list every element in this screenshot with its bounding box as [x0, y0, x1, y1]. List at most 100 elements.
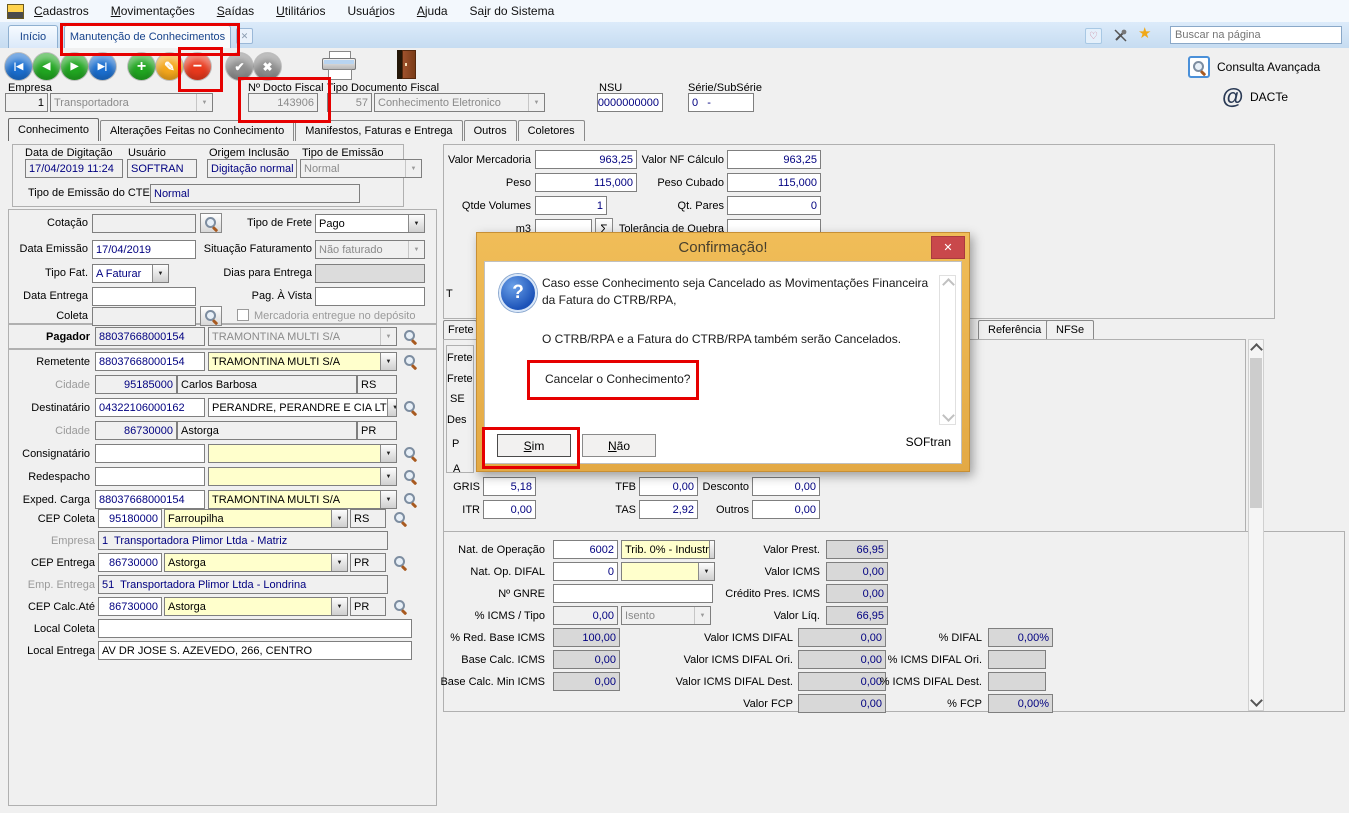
cep-entrega-city-dropdown[interactable]: Astorga▼ — [164, 553, 348, 572]
gris-field[interactable]: 5,18 — [483, 477, 536, 496]
tab-frete-fragment[interactable]: Frete — [443, 320, 477, 339]
dialog-yes-button[interactable]: Sim — [497, 434, 571, 457]
nav-last-button[interactable]: ▶| — [89, 53, 116, 80]
dropdown-arrow-icon[interactable]: ▼ — [331, 510, 347, 527]
cep-coleta-search-icon[interactable] — [393, 511, 408, 526]
star-icon[interactable]: ★ — [1138, 24, 1151, 42]
coleta-search-button[interactable] — [200, 306, 222, 326]
cep-calc-city-dropdown[interactable]: Astorga▼ — [164, 597, 348, 616]
search-input[interactable] — [1170, 26, 1342, 44]
exped-carga-search-icon[interactable] — [403, 492, 418, 507]
menu-item-utilitarios[interactable]: Utilitários — [276, 4, 325, 18]
consignatario-name-dropdown[interactable]: ▼ — [208, 444, 397, 463]
nav-previous-button[interactable]: ◀ — [33, 53, 60, 80]
menu-item-saidas[interactable]: Saídas — [217, 4, 254, 18]
dropdown-arrow-icon[interactable]: ▼ — [331, 598, 347, 615]
tab-conhecimento[interactable]: Conhecimento — [8, 118, 99, 141]
cep-calc-code[interactable]: 86730000 — [98, 597, 162, 616]
tab-close-icon[interactable]: ✕ — [236, 28, 253, 44]
local-entrega-field[interactable]: AV DR JOSE S. AZEVEDO, 266, CENTRO — [98, 641, 412, 660]
dialog-close-button[interactable]: ✕ — [931, 236, 965, 259]
dialog-no-button[interactable]: Não — [582, 434, 656, 457]
scroll-down-icon[interactable] — [1249, 696, 1263, 708]
dropdown-arrow-icon[interactable]: ▼ — [408, 215, 424, 232]
tipo-fat-dropdown[interactable]: A Faturar▼ — [92, 264, 169, 283]
cep-entrega-search-icon[interactable] — [393, 555, 408, 570]
dialog-scroll-down-icon[interactable] — [942, 409, 955, 422]
redespacho-name-dropdown[interactable]: ▼ — [208, 467, 397, 486]
dropdown-arrow-icon[interactable]: ▼ — [380, 468, 396, 485]
nat-operacao-code[interactable]: 6002 — [553, 540, 618, 559]
exped-carga-name-dropdown[interactable]: TRAMONTINA MULTI S/A▼ — [208, 490, 397, 509]
consignatario-search-icon[interactable] — [403, 446, 418, 461]
exped-carga-code-field[interactable]: 88037668000154 — [95, 490, 205, 509]
qt-pares-field[interactable]: 0 — [727, 196, 821, 215]
add-button[interactable]: + — [128, 53, 155, 80]
dropdown-arrow-icon[interactable]: ▼ — [380, 353, 396, 370]
favorites-heart-icon[interactable]: ♡ — [1085, 28, 1102, 44]
tab-referencia[interactable]: Referência — [978, 320, 1051, 339]
outros-field[interactable]: 0,00 — [752, 500, 820, 519]
nat-difal-code[interactable]: 0 — [553, 562, 618, 581]
pin-disabled-icon[interactable] — [1113, 28, 1128, 43]
destinatario-name-dropdown[interactable]: PERANDRE, PERANDRE E CIA LT▼ — [208, 398, 397, 417]
local-coleta-field[interactable] — [98, 619, 412, 638]
itr-field[interactable]: 0,00 — [483, 500, 536, 519]
menu-item-cadastros[interactable]: Cadastros — [34, 4, 89, 18]
mercadoria-checkbox[interactable] — [237, 309, 249, 321]
tab-inicio[interactable]: Início — [8, 25, 58, 48]
tipo-frete-dropdown[interactable]: Pago▼ — [315, 214, 425, 233]
confirm-button[interactable]: ✔ — [226, 53, 253, 80]
dacte-at-icon[interactable]: @ — [1222, 84, 1243, 110]
cep-entrega-code[interactable]: 86730000 — [98, 553, 162, 572]
dialog-scroll-up-icon[interactable] — [942, 278, 955, 291]
consulta-avancada-button[interactable]: Consulta Avançada — [1217, 61, 1320, 74]
coleta-field[interactable] — [92, 307, 196, 326]
dropdown-arrow-icon[interactable]: ▼ — [152, 265, 168, 282]
redespacho-code-field[interactable] — [95, 467, 205, 486]
edit-button[interactable]: ✎ — [156, 53, 183, 80]
cancel-button[interactable]: ✖ — [254, 53, 281, 80]
remetente-search-icon[interactable] — [403, 354, 418, 369]
pagador-search-icon[interactable] — [403, 329, 418, 344]
desconto-field[interactable]: 0,00 — [752, 477, 820, 496]
dacte-button[interactable]: DACTe — [1250, 91, 1288, 104]
menu-item-usuarios[interactable]: Usuários — [347, 4, 394, 18]
qtde-volumes-field[interactable]: 1 — [535, 196, 607, 215]
redespacho-search-icon[interactable] — [403, 469, 418, 484]
pag-vista-field[interactable] — [315, 287, 425, 306]
dropdown-arrow-icon[interactable]: ▼ — [380, 491, 396, 508]
scroll-up-icon[interactable] — [1249, 342, 1263, 354]
dropdown-arrow-icon[interactable]: ▼ — [387, 399, 397, 416]
remetente-name-dropdown[interactable]: TRAMONTINA MULTI S/A▼ — [208, 352, 397, 371]
dropdown-arrow-icon[interactable]: ▼ — [331, 554, 347, 571]
nav-first-button[interactable]: |◀ — [5, 53, 32, 80]
tab-nfse[interactable]: NFSe — [1046, 320, 1094, 339]
consulta-avancada-icon[interactable] — [1188, 56, 1210, 78]
destinatario-code-field[interactable]: 04322106000162 — [95, 398, 205, 417]
delete-button[interactable]: − — [184, 53, 211, 80]
destinatario-search-icon[interactable] — [403, 400, 418, 415]
remetente-code-field[interactable]: 88037668000154 — [95, 352, 205, 371]
print-button[interactable] — [322, 51, 356, 79]
exit-door-button[interactable] — [397, 50, 416, 79]
peso-cubado-field[interactable]: 115,000 — [727, 173, 821, 192]
vertical-scrollbar[interactable] — [1248, 339, 1264, 711]
menu-item-sair[interactable]: Sair do Sistema — [470, 4, 555, 18]
tab-manifestos[interactable]: Manifestos, Faturas e Entrega — [295, 120, 462, 141]
menu-item-movimentacoes[interactable]: Movimentações — [111, 4, 195, 18]
scrollbar-thumb[interactable] — [1250, 358, 1262, 508]
nsu-field[interactable]: 0000000000 — [597, 93, 663, 112]
menu-item-ajuda[interactable]: Ajuda — [417, 4, 448, 18]
valor-nf-field[interactable]: 963,25 — [727, 150, 821, 169]
consignatario-code-field[interactable] — [95, 444, 205, 463]
serie-field[interactable]: 0 - — [688, 93, 754, 112]
tab-coletores[interactable]: Coletores — [518, 120, 585, 141]
dialog-scrollbar[interactable] — [939, 275, 956, 425]
tab-outros[interactable]: Outros — [464, 120, 517, 141]
cep-coleta-city-dropdown[interactable]: Farroupilha▼ — [164, 509, 348, 528]
tab-alteracoes[interactable]: Alterações Feitas no Conhecimento — [100, 120, 294, 141]
nav-next-button[interactable]: ▶ — [61, 53, 88, 80]
cep-coleta-code[interactable]: 95180000 — [98, 509, 162, 528]
cep-calc-search-icon[interactable] — [393, 599, 408, 614]
